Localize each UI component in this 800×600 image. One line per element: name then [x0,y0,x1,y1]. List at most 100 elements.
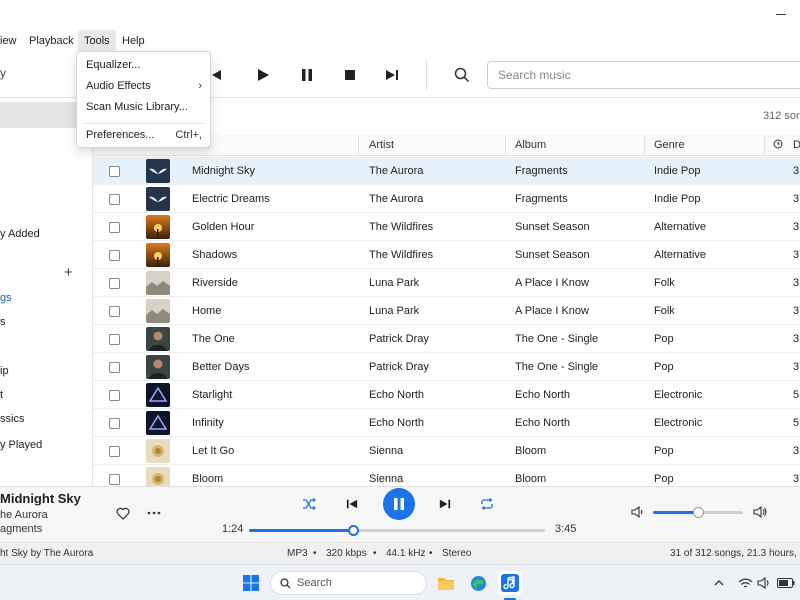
status-bitrate: 320 kbps [326,548,367,559]
table-row[interactable]: Riverside Luna Park A Place I Know Folk 3 [93,269,800,297]
now-playing-title: Midnight Sky [0,491,81,506]
volume-slider[interactable] [653,507,743,518]
menu-item-preferences[interactable]: Preferences... Ctrl+, [77,125,210,145]
sidebar-item-albums[interactable]: s [0,316,6,328]
row-checkbox[interactable] [109,194,120,205]
search-icon[interactable] [451,64,473,86]
repeat-icon[interactable] [477,494,497,514]
sidebar-item-songs[interactable]: gs [0,292,12,304]
sidebar-item-recently-added[interactable]: y Added [0,228,40,240]
column-divider[interactable] [644,136,645,154]
now-playing-artist: he Aurora [0,509,48,521]
menu-help[interactable]: Help [116,30,151,52]
column-divider[interactable] [358,136,359,154]
cell-genre: Folk [654,277,675,289]
column-duration[interactable]: D [793,134,800,156]
status-separator: • [313,548,317,559]
play-pause-button[interactable] [383,488,415,520]
next-icon[interactable] [435,494,455,514]
column-artist[interactable]: Artist [369,134,394,156]
volume-slider-handle[interactable] [693,507,704,518]
windows-icon[interactable] [239,571,263,595]
row-checkbox[interactable] [109,306,120,317]
pause-icon[interactable] [296,64,318,86]
sidebar-item-classics[interactable]: ssics [0,413,24,425]
cell-artist: The Aurora [369,193,424,205]
menu-item-audio-effects[interactable]: Audio Effects › [77,76,210,96]
folder-icon[interactable] [434,571,458,595]
table-row[interactable]: Golden Hour The Wildfires Sunset Season Alt… [93,213,800,241]
row-checkbox[interactable] [109,474,120,485]
sidebar-toggle-icon[interactable]: y [0,66,6,80]
heart-icon[interactable] [113,503,133,523]
music-app-icon[interactable] [498,571,522,595]
menu-view[interactable]: iew [0,30,23,52]
play-icon[interactable] [252,64,274,86]
row-checkbox[interactable] [109,222,120,233]
next-icon[interactable] [381,64,403,86]
column-album[interactable]: Album [515,134,546,156]
album-art-thumbnail [146,187,170,211]
sidebar-item-recently-played[interactable]: y Played [0,439,42,451]
clock-icon[interactable] [773,134,783,156]
sidebar-item-playlist-1[interactable]: ip [0,365,9,377]
table-row[interactable]: Electric Dreams The Aurora Fragments Indie … [93,185,800,213]
table-row[interactable]: Midnight Sky The Aurora Fragments Indie Pop… [93,157,800,185]
seek-bar-handle[interactable] [347,525,359,536]
cell-duration: 3 [793,221,800,233]
cell-genre: Folk [654,305,675,317]
library-view: 312 song tle ⌄ Artist Album Genre D Midn… [93,98,800,486]
edge-icon[interactable] [466,571,490,595]
row-checkbox[interactable] [109,334,120,345]
more-icon[interactable] [144,503,164,523]
cell-title: Riverside [192,277,238,289]
table-row[interactable]: Let It Go Sienna Bloom Pop 3 [93,437,800,465]
volume-low-icon[interactable] [628,502,648,522]
cell-album: Sunset Season [515,249,590,261]
row-checkbox[interactable] [109,390,120,401]
row-checkbox[interactable] [109,418,120,429]
status-separator: • [373,548,377,559]
cell-album: A Place I Know [515,277,589,289]
column-divider[interactable] [505,136,506,154]
column-genre[interactable]: Genre [654,134,685,156]
menu-item-scan-library[interactable]: Scan Music Library... [77,97,210,117]
sidebar-item-playlist-2[interactable]: t [0,389,3,401]
add-playlist-icon[interactable]: + [64,264,73,281]
volume-high-icon[interactable] [750,502,770,522]
battery-icon[interactable] [774,571,798,595]
table-row[interactable]: Infinity Echo North Echo North Electronic 5 [93,409,800,437]
table-row[interactable]: The One Patrick Dray The One - Single Pop 3 [93,325,800,353]
minimize-icon[interactable] [776,14,786,15]
cell-duration: 5 [793,389,800,401]
cell-genre: Alternative [654,221,706,233]
seek-bar[interactable] [249,525,545,536]
chevron-up-icon[interactable] [707,571,731,595]
row-checkbox[interactable] [109,446,120,457]
row-checkbox[interactable] [109,362,120,373]
table-row[interactable]: Bloom Sienna Bloom Pop 3 [93,465,800,486]
table-row[interactable]: Starlight Echo North Echo North Electronic 5 [93,381,800,409]
previous-icon[interactable] [342,494,362,514]
menu-tools[interactable]: Tools [78,30,116,52]
column-divider[interactable] [764,136,765,154]
shuffle-icon[interactable] [299,494,319,514]
table-row[interactable]: Better Days Patrick Dray The One - Single P… [93,353,800,381]
row-checkbox[interactable] [109,250,120,261]
search-box [487,61,800,89]
menu-playback[interactable]: Playback [23,30,80,52]
volume-icon[interactable] [752,571,776,595]
taskbar-search[interactable]: Search [270,571,427,595]
status-channels: Stereo [442,548,472,559]
cell-genre: Pop [654,333,674,345]
toolbar-divider [426,60,427,90]
cell-artist: The Aurora [369,165,424,177]
menu-item-equalizer[interactable]: Equalizer... [77,55,210,75]
tools-dropdown-menu: Equalizer... Audio Effects › Scan Music L… [76,51,211,148]
row-checkbox[interactable] [109,278,120,289]
table-row[interactable]: Home Luna Park A Place I Know Folk 3 [93,297,800,325]
stop-icon[interactable] [339,64,361,86]
search-input[interactable] [498,66,788,84]
table-row[interactable]: Shadows The Wildfires Sunset Season Alterna… [93,241,800,269]
row-checkbox[interactable] [109,166,120,177]
